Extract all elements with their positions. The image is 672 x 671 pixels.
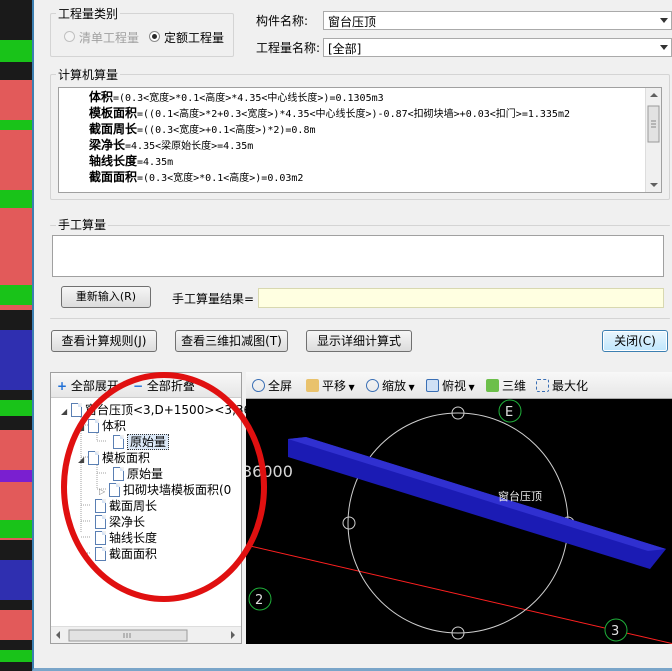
calc-expr: =((0.1<高度>*2+0.3<宽度>)*4.35<中心线长度>)-0.87<… xyxy=(137,109,570,120)
calc-expr: =(0.3<宽度>*0.1<高度>)=0.03m2 xyxy=(137,173,304,184)
component-name-select[interactable]: 窗台压顶 xyxy=(323,11,672,30)
background-model-view xyxy=(0,0,34,671)
hand-icon xyxy=(306,379,319,392)
chevron-down-icon: ▼ xyxy=(466,383,475,392)
radio-quota-qty-label[interactable]: 定额工程量 xyxy=(162,29,227,46)
3d-button[interactable]: 三维 xyxy=(486,377,526,394)
3d-label: 三维 xyxy=(502,379,527,393)
annotation-ellipse xyxy=(61,372,267,602)
cube-icon xyxy=(426,379,439,392)
manual-label: 手工算量 xyxy=(56,216,109,233)
calc-key: 截面面积 xyxy=(89,170,138,184)
manual-result-field[interactable] xyxy=(258,288,664,308)
top-view-button[interactable]: 俯视 ▼ xyxy=(426,377,475,394)
tree-hscrollbar[interactable] xyxy=(51,626,241,643)
qty-type-label: 工程量类别 xyxy=(56,5,121,22)
close-button[interactable]: 关闭(C) xyxy=(602,330,668,352)
chevron-down-icon xyxy=(660,18,668,23)
qty-name-select[interactable]: [全部] xyxy=(323,38,672,57)
calc-key: 体积 xyxy=(89,90,114,104)
model-canvas[interactable]: 窗台压顶 36000 E 2 3 xyxy=(246,399,672,644)
view-3d-deduct-button[interactable]: 查看三维扣减图(T) xyxy=(175,330,288,352)
zoom-icon xyxy=(366,379,379,392)
radio-list-qty-label[interactable]: 清单工程量 xyxy=(77,29,142,46)
component-name-value: 窗台压顶 xyxy=(328,15,377,29)
calc-line-section-area: 截面面积=(0.3<宽度>*0.1<高度>)=0.03m2 xyxy=(89,169,303,187)
view-rules-button[interactable]: 查看计算规则(J) xyxy=(51,330,157,352)
scrollbar-arrows-icon xyxy=(647,93,660,187)
separator xyxy=(50,318,670,319)
calc-expr: =(0.3<宽度>*0.1<高度>*4.35<中心线长度>)=0.1305m3 xyxy=(113,93,384,104)
maximize-icon xyxy=(536,379,549,392)
beam-top-face xyxy=(288,437,666,551)
calc-label: 计算机算量 xyxy=(56,66,121,83)
beam-shape[interactable] xyxy=(288,437,666,569)
beam-label: 窗台压顶 xyxy=(498,489,542,503)
radio-quota-qty[interactable] xyxy=(149,31,160,42)
qty-name-label: 工程量名称: xyxy=(254,39,323,56)
calc-scrollbar[interactable] xyxy=(645,88,661,192)
qty-name-value: [全部] xyxy=(328,42,362,56)
calc-expr: =4.35m xyxy=(137,157,174,168)
calc-key: 截面周长 xyxy=(89,122,138,136)
reinput-button[interactable]: 重新输入(R) xyxy=(61,286,151,308)
component-name-label: 构件名称: xyxy=(254,12,311,29)
calc-key: 梁净长 xyxy=(89,138,126,152)
3d-icon xyxy=(486,379,499,392)
show-detail-button[interactable]: 显示详细计算式 xyxy=(306,330,412,352)
calc-expr: =((0.3<宽度>+0.1<高度>)*2)=0.8m xyxy=(137,125,316,136)
pan-button[interactable]: 平移 ▼ xyxy=(306,377,355,394)
calc-expr: =4.35<梁原始长度>=4.35m xyxy=(125,141,254,152)
top-view-label: 俯视 xyxy=(442,379,467,393)
manual-group xyxy=(50,225,670,226)
calc-text-area[interactable]: 体积=(0.3<宽度>*0.1<高度>*4.35<中心线长度>)=0.1305m… xyxy=(58,87,662,193)
pan-label: 平移 xyxy=(322,379,347,393)
rotation-handle xyxy=(342,516,356,530)
chevron-down-icon: ▼ xyxy=(406,383,415,392)
maximize-button[interactable]: 最大化 xyxy=(536,377,588,394)
radio-list-qty[interactable] xyxy=(64,31,75,42)
axis-marker-3-label: 3 xyxy=(611,624,619,639)
axis-marker-e-label: E xyxy=(505,405,513,420)
calc-key: 轴线长度 xyxy=(89,154,138,168)
scrollbar-arrows-icon xyxy=(56,629,235,642)
manual-result-label: 手工算量结果= xyxy=(170,290,257,307)
calc-key: 模板面积 xyxy=(89,106,138,120)
quantity-dialog: 工程量类别 清单工程量 定额工程量 构件名称: 窗台压顶 工程量名称: [全部]… xyxy=(32,0,672,671)
model-view-panel[interactable]: 全屏 平移 ▼ 缩放 ▼ 俯视 ▼ 三维 最大化 窗台压顶 36000 E 2 … xyxy=(246,372,672,644)
maximize-label: 最大化 xyxy=(552,379,589,393)
zoom-button[interactable]: 缩放 ▼ xyxy=(366,377,415,394)
zoom-label: 缩放 xyxy=(382,379,407,393)
chevron-down-icon xyxy=(660,45,668,50)
view-toolbar: 全屏 平移 ▼ 缩放 ▼ 俯视 ▼ 三维 最大化 xyxy=(246,372,672,399)
chevron-down-icon: ▼ xyxy=(346,383,355,392)
manual-input[interactable] xyxy=(52,235,664,277)
